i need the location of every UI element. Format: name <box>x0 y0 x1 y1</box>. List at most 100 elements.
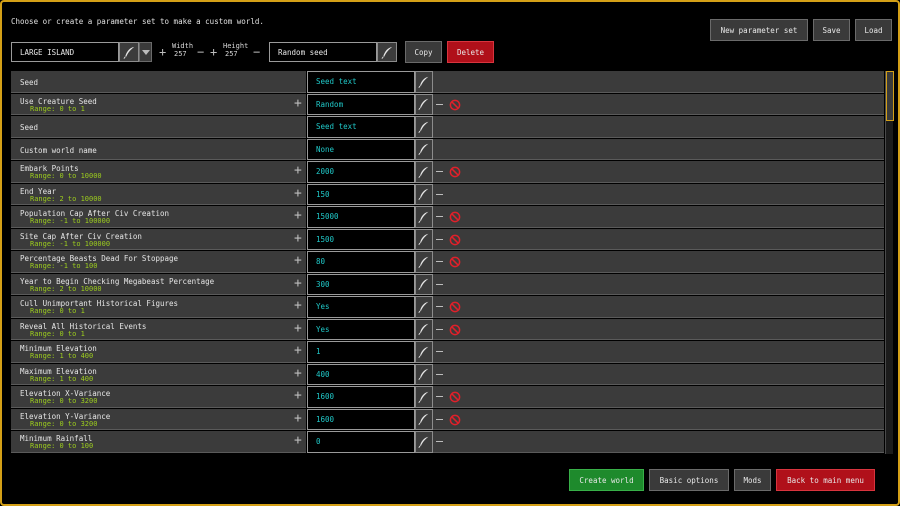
increase-button[interactable]: + <box>294 299 302 312</box>
parameter-value-field[interactable]: 1600 <box>307 386 415 408</box>
seed-field[interactable]: Random seed <box>269 42 377 62</box>
parameter-value-field[interactable]: 1600 <box>307 408 415 430</box>
increase-button[interactable]: + <box>294 187 302 200</box>
parameter-edit-button[interactable] <box>415 318 433 340</box>
parameter-value-field[interactable]: Random <box>307 93 415 115</box>
no-sign-icon[interactable] <box>449 166 461 178</box>
decrease-button[interactable] <box>436 351 443 352</box>
create-world-button[interactable]: Create world <box>569 469 644 491</box>
preset-edit-button[interactable] <box>119 42 139 62</box>
parameter-edit-button[interactable] <box>415 431 433 453</box>
preset-dropdown-button[interactable] <box>139 42 152 62</box>
increase-button[interactable]: + <box>294 277 302 290</box>
decrease-button[interactable] <box>436 418 443 420</box>
no-sign-icon[interactable] <box>449 324 461 336</box>
decrease-button[interactable] <box>436 441 443 442</box>
increase-button[interactable]: + <box>294 232 302 245</box>
parameter-range: Range: 1 to 400 <box>30 352 94 360</box>
quill-icon <box>123 46 134 59</box>
parameter-edit-button[interactable] <box>415 138 433 160</box>
parameter-controls-cell <box>433 161 884 183</box>
basic-options-button[interactable]: Basic options <box>649 469 729 491</box>
parameter-edit-button[interactable] <box>415 116 433 138</box>
increase-button[interactable]: + <box>294 322 302 335</box>
parameter-edit-button[interactable] <box>415 341 433 363</box>
increase-button[interactable]: + <box>294 254 302 267</box>
height-increase-button[interactable]: + <box>210 46 217 58</box>
parameter-label-cell: Reveal All Historical Events Range: 0 to … <box>11 318 306 340</box>
decrease-button[interactable] <box>436 238 443 240</box>
parameter-value-field[interactable]: Yes <box>307 318 415 340</box>
parameter-edit-button[interactable] <box>415 386 433 408</box>
parameter-label-cell: Minimum Elevation Range: 1 to 400 + <box>11 341 306 363</box>
parameter-edit-button[interactable] <box>415 161 433 183</box>
no-sign-icon[interactable] <box>449 391 461 403</box>
seed-edit-button[interactable] <box>377 42 397 62</box>
parameter-scrollbar[interactable] <box>885 71 894 454</box>
save-button[interactable]: Save <box>813 19 850 41</box>
increase-button[interactable]: + <box>294 344 302 357</box>
parameter-value-field[interactable]: 150 <box>307 183 415 205</box>
no-sign-icon[interactable] <box>449 211 461 223</box>
increase-button[interactable]: + <box>294 97 302 110</box>
width-increase-button[interactable]: + <box>159 46 166 58</box>
no-sign-icon[interactable] <box>449 414 461 426</box>
parameter-edit-button[interactable] <box>415 183 433 205</box>
parameter-edit-button[interactable] <box>415 273 433 295</box>
parameter-edit-button[interactable] <box>415 206 433 228</box>
parameter-value-field[interactable]: 0 <box>307 431 415 453</box>
decrease-button[interactable] <box>436 283 443 285</box>
parameter-edit-button[interactable] <box>415 408 433 430</box>
parameter-value-field[interactable]: Yes <box>307 296 415 318</box>
increase-button[interactable]: + <box>294 412 302 425</box>
no-sign-icon[interactable] <box>449 301 461 313</box>
decrease-button[interactable] <box>436 193 443 195</box>
parameter-edit-button[interactable] <box>415 93 433 115</box>
mods-button[interactable]: Mods <box>734 469 771 491</box>
decrease-button[interactable] <box>436 216 443 217</box>
increase-button[interactable]: + <box>294 434 302 447</box>
no-sign-icon[interactable] <box>449 234 461 246</box>
increase-button[interactable]: + <box>294 367 302 380</box>
increase-button[interactable]: + <box>294 164 302 177</box>
parameter-value-field[interactable]: 1500 <box>307 228 415 250</box>
copy-button[interactable]: Copy <box>405 41 442 63</box>
decrease-button[interactable] <box>436 328 443 330</box>
parameter-row: Minimum Elevation Range: 1 to 400 +1 <box>11 341 884 363</box>
parameter-value-field[interactable]: 300 <box>307 273 415 295</box>
parameter-value-field[interactable]: Seed text <box>307 116 415 138</box>
delete-button[interactable]: Delete <box>447 41 494 63</box>
decrease-button[interactable] <box>436 103 443 105</box>
width-decrease-button[interactable]: − <box>197 46 204 58</box>
decrease-button[interactable] <box>436 171 443 172</box>
parameter-edit-button[interactable] <box>415 251 433 273</box>
scrollbar-thumb[interactable] <box>886 71 894 121</box>
parameter-edit-button[interactable] <box>415 296 433 318</box>
no-sign-icon[interactable] <box>449 256 461 268</box>
increase-button[interactable]: + <box>294 209 302 222</box>
decrease-button[interactable] <box>436 396 443 397</box>
height-decrease-button[interactable]: − <box>253 46 260 58</box>
parameter-value-field[interactable]: None <box>307 138 415 160</box>
decrease-button[interactable] <box>436 306 443 307</box>
parameter-range: Range: -1 to 100000 <box>30 239 111 248</box>
back-to-main-menu-button[interactable]: Back to main menu <box>776 469 875 491</box>
no-sign-icon[interactable] <box>449 99 461 111</box>
preset-field[interactable]: LARGE ISLAND <box>11 42 119 62</box>
new-parameter-set-button[interactable]: New parameter set <box>710 19 808 41</box>
decrease-button[interactable] <box>436 261 443 262</box>
parameter-value-field[interactable]: 1 <box>307 341 415 363</box>
parameter-value-field[interactable]: 2000 <box>307 161 415 183</box>
parameter-value-field[interactable]: 15000 <box>307 206 415 228</box>
height-label: Height <box>223 42 249 50</box>
increase-button[interactable]: + <box>294 389 302 402</box>
parameter-value-field[interactable]: Seed text <box>307 71 415 93</box>
parameter-value-field[interactable]: 400 <box>307 363 415 385</box>
load-button[interactable]: Load <box>855 19 892 41</box>
parameter-edit-button[interactable] <box>415 363 433 385</box>
parameter-controls-cell <box>433 71 884 93</box>
parameter-edit-button[interactable] <box>415 71 433 93</box>
parameter-value-field[interactable]: 80 <box>307 251 415 273</box>
decrease-button[interactable] <box>436 373 443 375</box>
parameter-edit-button[interactable] <box>415 228 433 250</box>
